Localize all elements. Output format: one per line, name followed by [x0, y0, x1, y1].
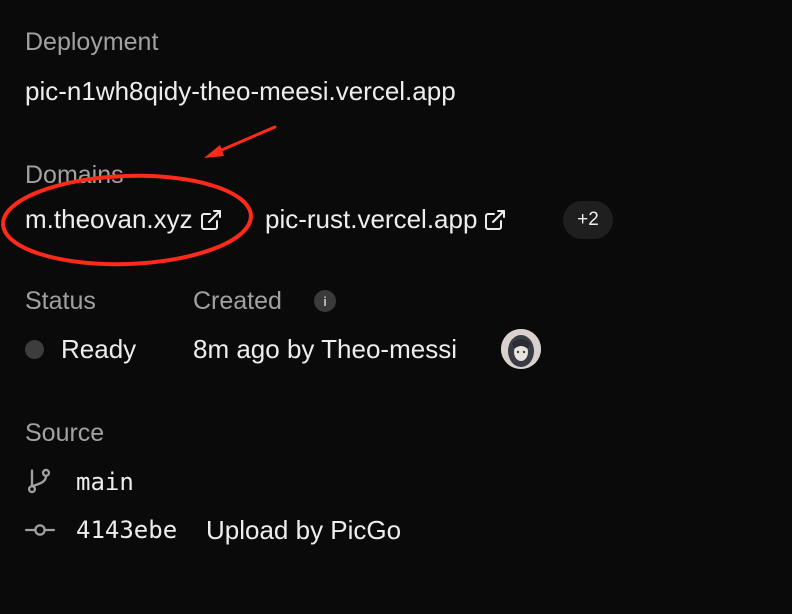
status-dot-icon [25, 340, 44, 359]
user-avatar[interactable] [501, 329, 541, 369]
git-branch-icon [25, 467, 53, 500]
branch-name[interactable]: main [76, 468, 134, 496]
created-label: Created [193, 287, 282, 315]
domains-label: Domains [25, 161, 124, 189]
created-value: 8m ago by Theo-messi [193, 334, 457, 364]
deployment-url[interactable]: pic-n1wh8qidy-theo-meesi.vercel.app [25, 76, 456, 107]
domain-link-primary[interactable]: m.theovan.xyz [25, 204, 223, 235]
annotation-arrow [208, 125, 277, 157]
external-link-icon [483, 208, 507, 232]
annotation-arrowhead [204, 145, 224, 158]
domain-link-text: m.theovan.xyz [25, 204, 193, 234]
status-value: Ready [61, 334, 137, 364]
domain-link-secondary[interactable]: pic-rust.vercel.app [265, 204, 507, 235]
commit-message: Upload by PicGo [206, 515, 402, 545]
commit-hash[interactable]: 4143ebe [76, 516, 177, 544]
external-link-icon [199, 208, 223, 232]
more-domains-badge[interactable]: +2 [563, 201, 613, 239]
status-label: Status [25, 287, 96, 315]
info-icon[interactable]: i [314, 290, 336, 312]
domain-link-text: pic-rust.vercel.app [265, 204, 478, 234]
deployment-label: Deployment [25, 28, 159, 56]
source-label: Source [25, 419, 105, 447]
git-commit-icon [25, 516, 55, 549]
